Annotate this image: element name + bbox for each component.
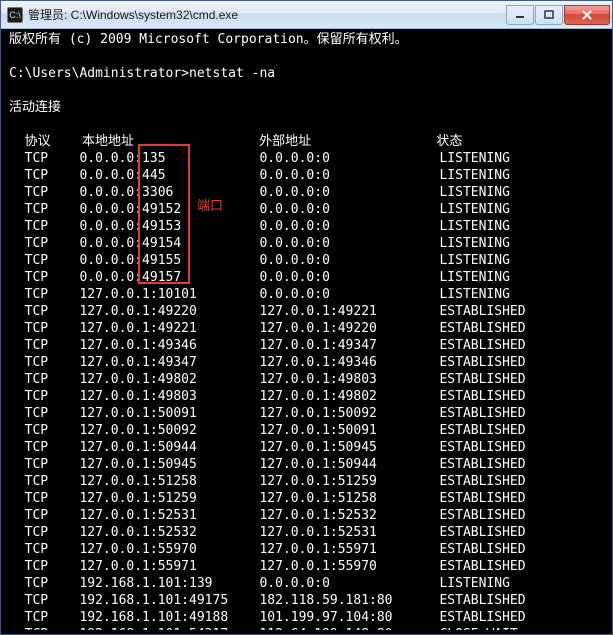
- console-line: TCP 0.0.0.0:49153 0.0.0.0:0 LISTENING: [9, 218, 608, 235]
- console-output[interactable]: 版权所有 (c) 2009 Microsoft Corporation。保留所有…: [5, 29, 608, 630]
- minimize-button[interactable]: [506, 5, 534, 25]
- console-line: TCP 192.168.1.101:54317 112.64.199.148:8…: [9, 626, 608, 630]
- console-line: TCP 127.0.0.1:49221 127.0.0.1:49220 ESTA…: [9, 320, 608, 337]
- console-line: 活动连接: [9, 99, 608, 116]
- console-line: TCP 127.0.0.1:50091 127.0.0.1:50092 ESTA…: [9, 405, 608, 422]
- console-line: TCP 0.0.0.0:49154 0.0.0.0:0 LISTENING: [9, 235, 608, 252]
- console-line: TCP 127.0.0.1:50944 127.0.0.1:50945 ESTA…: [9, 439, 608, 456]
- console-line: TCP 0.0.0.0:49157 0.0.0.0:0 LISTENING: [9, 269, 608, 286]
- console-line: TCP 0.0.0.0:3306 0.0.0.0:0 LISTENING: [9, 184, 608, 201]
- console-line: TCP 0.0.0.0:49155 0.0.0.0:0 LISTENING: [9, 252, 608, 269]
- console-line: TCP 192.168.1.101:139 0.0.0.0:0 LISTENIN…: [9, 575, 608, 592]
- console-line: TCP 127.0.0.1:49803 127.0.0.1:49802 ESTA…: [9, 388, 608, 405]
- console-line: TCP 127.0.0.1:49220 127.0.0.1:49221 ESTA…: [9, 303, 608, 320]
- console-line: 版权所有 (c) 2009 Microsoft Corporation。保留所有…: [9, 31, 608, 48]
- console-line: TCP 127.0.0.1:10101 0.0.0.0:0 LISTENING: [9, 286, 608, 303]
- console-line: TCP 127.0.0.1:52531 127.0.0.1:52532 ESTA…: [9, 507, 608, 524]
- console-line: TCP 127.0.0.1:55970 127.0.0.1:55971 ESTA…: [9, 541, 608, 558]
- console-line: [9, 48, 608, 65]
- console-line: TCP 0.0.0.0:49152 0.0.0.0:0 LISTENING: [9, 201, 608, 218]
- console-line: [9, 116, 608, 133]
- port-annotation: 端口: [197, 195, 223, 214]
- titlebar[interactable]: C:\ 管理员: C:\Windows\system32\cmd.exe: [1, 1, 612, 29]
- console-line: TCP 127.0.0.1:51258 127.0.0.1:51259 ESTA…: [9, 473, 608, 490]
- close-button[interactable]: [564, 5, 610, 25]
- console-line: TCP 0.0.0.0:135 0.0.0.0:0 LISTENING: [9, 150, 608, 167]
- console-line: TCP 192.168.1.101:49175 182.118.59.181:8…: [9, 592, 608, 609]
- window-controls: [506, 5, 612, 25]
- console-line: TCP 127.0.0.1:49346 127.0.0.1:49347 ESTA…: [9, 337, 608, 354]
- console-line: TCP 127.0.0.1:49802 127.0.0.1:49803 ESTA…: [9, 371, 608, 388]
- console-line: TCP 192.168.1.101:49188 101.199.97.104:8…: [9, 609, 608, 626]
- maximize-button[interactable]: [535, 5, 563, 25]
- console-line: C:\Users\Administrator>netstat -na: [9, 65, 608, 82]
- console-line: TCP 127.0.0.1:51259 127.0.0.1:51258 ESTA…: [9, 490, 608, 507]
- console-line: TCP 127.0.0.1:55971 127.0.0.1:55970 ESTA…: [9, 558, 608, 575]
- cmd-window: C:\ 管理员: C:\Windows\system32\cmd.exe 版权所…: [0, 0, 613, 635]
- window-title: 管理员: C:\Windows\system32\cmd.exe: [28, 6, 506, 23]
- console-line: [9, 82, 608, 99]
- console-line: 协议 本地地址 外部地址 状态: [9, 133, 608, 150]
- console-line: TCP 127.0.0.1:50092 127.0.0.1:50091 ESTA…: [9, 422, 608, 439]
- console-line: TCP 0.0.0.0:445 0.0.0.0:0 LISTENING: [9, 167, 608, 184]
- console-line: TCP 127.0.0.1:49347 127.0.0.1:49346 ESTA…: [9, 354, 608, 371]
- console-line: TCP 127.0.0.1:52532 127.0.0.1:52531 ESTA…: [9, 524, 608, 541]
- console-line: TCP 127.0.0.1:50945 127.0.0.1:50944 ESTA…: [9, 456, 608, 473]
- cmd-icon: C:\: [7, 7, 23, 23]
